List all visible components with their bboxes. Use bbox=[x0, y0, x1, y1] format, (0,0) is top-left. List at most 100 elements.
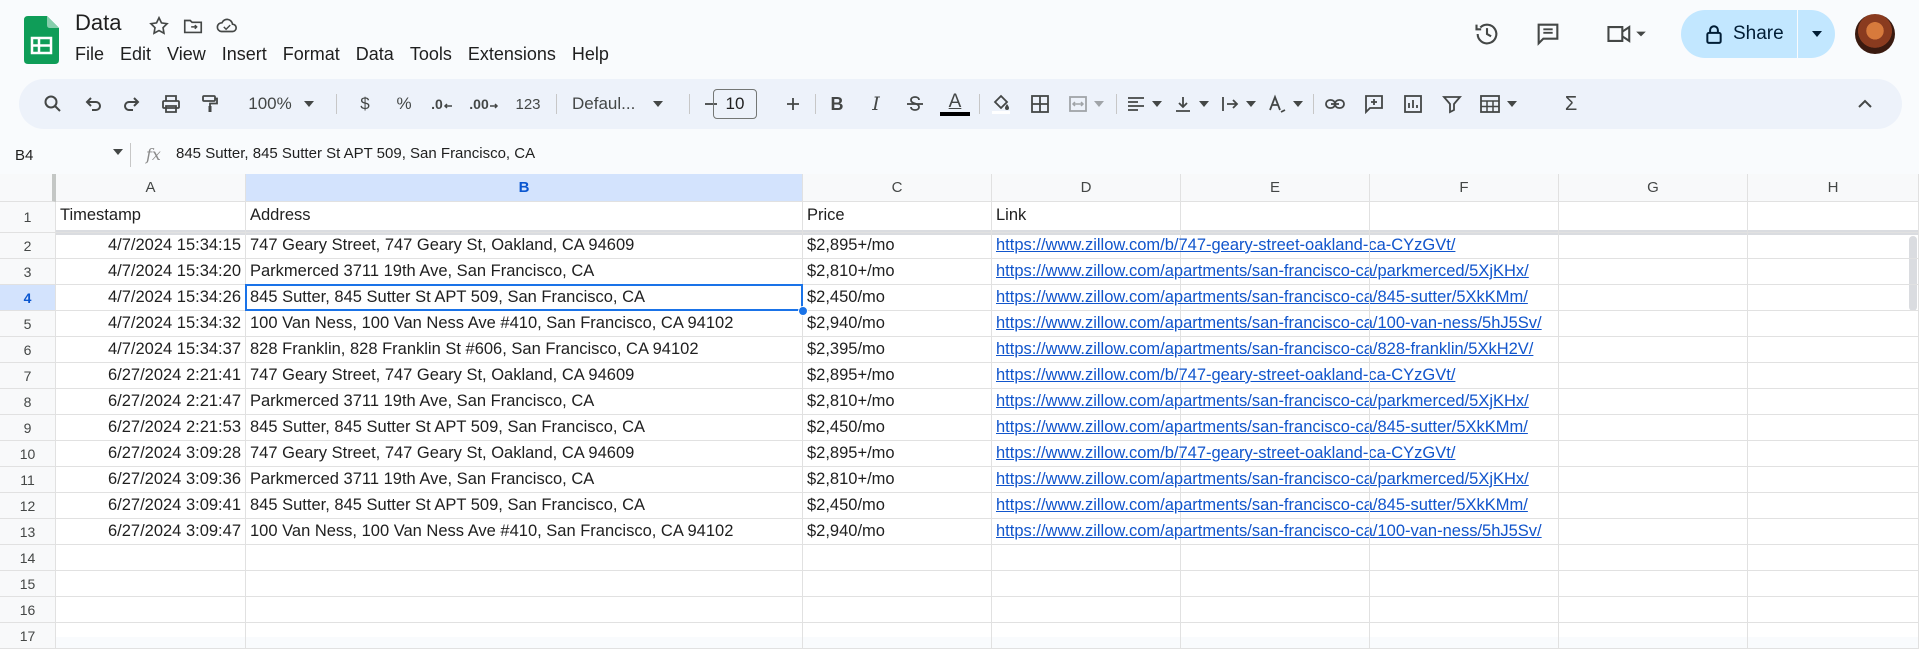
row-header-14[interactable]: 14 bbox=[0, 545, 56, 571]
cell[interactable] bbox=[1559, 623, 1748, 649]
cell[interactable] bbox=[1181, 337, 1370, 363]
cell[interactable] bbox=[1181, 597, 1370, 623]
menu-edit[interactable]: Edit bbox=[112, 41, 159, 68]
cell[interactable] bbox=[1748, 285, 1919, 311]
row-header-2[interactable]: 2 bbox=[0, 233, 56, 259]
cell[interactable] bbox=[1181, 571, 1370, 597]
cell[interactable] bbox=[1181, 467, 1370, 493]
link-cell[interactable]: https://www.zillow.com/apartments/san-fr… bbox=[992, 467, 1529, 493]
sheets-logo-icon[interactable] bbox=[24, 16, 59, 64]
cell[interactable] bbox=[803, 597, 992, 623]
timestamp-cell[interactable]: 4/7/2024 15:34:20 bbox=[56, 259, 246, 285]
cell[interactable] bbox=[1181, 363, 1370, 389]
cell[interactable] bbox=[1559, 415, 1748, 441]
price-cell[interactable]: $2,895+/mo bbox=[803, 233, 992, 259]
link-cell[interactable]: https://www.zillow.com/b/747-geary-stree… bbox=[992, 441, 1455, 467]
address-cell[interactable]: 747 Geary Street, 747 Geary St, Oakland,… bbox=[246, 233, 803, 259]
increase-decimal-button[interactable]: .00 bbox=[465, 88, 503, 120]
name-box[interactable]: B4 bbox=[15, 145, 123, 165]
cell[interactable] bbox=[1370, 389, 1559, 415]
timestamp-cell[interactable]: 6/27/2024 2:21:53 bbox=[56, 415, 246, 441]
cell[interactable] bbox=[1181, 285, 1370, 311]
timestamp-cell[interactable]: 6/27/2024 3:09:41 bbox=[56, 493, 246, 519]
select-all-corner[interactable] bbox=[0, 174, 56, 202]
cell[interactable] bbox=[1181, 259, 1370, 285]
column-header-d[interactable]: D bbox=[992, 174, 1181, 202]
search-menus-icon[interactable] bbox=[37, 88, 69, 120]
cell[interactable] bbox=[1748, 202, 1919, 233]
cell[interactable] bbox=[1559, 337, 1748, 363]
cell[interactable] bbox=[1559, 545, 1748, 571]
cell[interactable] bbox=[56, 597, 246, 623]
cell[interactable] bbox=[56, 623, 246, 649]
cell[interactable] bbox=[1559, 493, 1748, 519]
address-cell[interactable]: 828 Franklin, 828 Franklin St #606, San … bbox=[246, 337, 803, 363]
timestamp-cell[interactable]: 6/27/2024 3:09:47 bbox=[56, 519, 246, 545]
cell[interactable] bbox=[1181, 415, 1370, 441]
comments-icon[interactable] bbox=[1528, 14, 1568, 54]
row-header-12[interactable]: 12 bbox=[0, 493, 56, 519]
row-header-13[interactable]: 13 bbox=[0, 519, 56, 545]
strikethrough-icon[interactable] bbox=[899, 88, 931, 120]
cell[interactable] bbox=[246, 597, 803, 623]
share-dropdown-button[interactable] bbox=[1798, 30, 1835, 38]
cell[interactable] bbox=[1748, 623, 1919, 649]
column-header-c[interactable]: C bbox=[803, 174, 992, 202]
cell[interactable] bbox=[803, 571, 992, 597]
cell[interactable] bbox=[56, 545, 246, 571]
price-cell[interactable]: $2,450/mo bbox=[803, 493, 992, 519]
cell[interactable] bbox=[1748, 311, 1919, 337]
price-cell[interactable]: $2,940/mo bbox=[803, 519, 992, 545]
column-header-b[interactable]: B bbox=[246, 174, 803, 202]
cell[interactable] bbox=[1370, 467, 1559, 493]
cell[interactable] bbox=[1748, 389, 1919, 415]
row-header-17[interactable]: 17 bbox=[0, 623, 56, 649]
cell[interactable] bbox=[1370, 493, 1559, 519]
cell[interactable] bbox=[246, 623, 803, 649]
link-cell[interactable]: https://www.zillow.com/apartments/san-fr… bbox=[992, 259, 1529, 285]
row-header-9[interactable]: 9 bbox=[0, 415, 56, 441]
cell[interactable] bbox=[1748, 493, 1919, 519]
address-cell[interactable]: 845 Sutter, 845 Sutter St APT 509, San F… bbox=[246, 285, 803, 311]
cell[interactable] bbox=[1181, 623, 1370, 649]
row-header-5[interactable]: 5 bbox=[0, 311, 56, 337]
cell[interactable] bbox=[1370, 597, 1559, 623]
functions-button[interactable]: Σ bbox=[1555, 88, 1587, 120]
cell[interactable] bbox=[1370, 623, 1559, 649]
star-icon[interactable] bbox=[146, 13, 172, 39]
cell[interactable] bbox=[1181, 389, 1370, 415]
cell[interactable] bbox=[1559, 597, 1748, 623]
collapse-toolbar-icon[interactable] bbox=[1849, 88, 1881, 120]
cell[interactable] bbox=[1181, 545, 1370, 571]
price-cell[interactable]: $2,450/mo bbox=[803, 285, 992, 311]
insert-link-icon[interactable] bbox=[1319, 88, 1351, 120]
cell[interactable] bbox=[1748, 597, 1919, 623]
cell[interactable] bbox=[1370, 233, 1559, 259]
cell[interactable] bbox=[1370, 285, 1559, 311]
cell[interactable] bbox=[1748, 467, 1919, 493]
cell[interactable] bbox=[1559, 389, 1748, 415]
paint-format-icon[interactable] bbox=[194, 88, 226, 120]
price-cell[interactable]: $2,810+/mo bbox=[803, 259, 992, 285]
price-cell[interactable]: $2,810+/mo bbox=[803, 389, 992, 415]
cell[interactable] bbox=[1559, 202, 1748, 233]
cell[interactable] bbox=[1748, 545, 1919, 571]
redo-icon[interactable] bbox=[116, 88, 148, 120]
address-cell[interactable]: 100 Van Ness, 100 Van Ness Ave #410, San… bbox=[246, 519, 803, 545]
link-cell[interactable]: https://www.zillow.com/b/747-geary-stree… bbox=[992, 233, 1455, 259]
fill-handle[interactable] bbox=[798, 306, 808, 316]
print-icon[interactable] bbox=[155, 88, 187, 120]
cell[interactable] bbox=[1748, 415, 1919, 441]
format-percent-button[interactable]: % bbox=[388, 88, 420, 120]
cell[interactable] bbox=[1370, 441, 1559, 467]
price-cell[interactable]: $2,810+/mo bbox=[803, 467, 992, 493]
address-cell[interactable]: 747 Geary Street, 747 Geary St, Oakland,… bbox=[246, 441, 803, 467]
cell[interactable] bbox=[1748, 441, 1919, 467]
column-header-g[interactable]: G bbox=[1559, 174, 1748, 202]
cell[interactable] bbox=[1559, 259, 1748, 285]
link-cell[interactable]: https://www.zillow.com/apartments/san-fr… bbox=[992, 285, 1528, 311]
cell[interactable] bbox=[1370, 519, 1559, 545]
cell[interactable] bbox=[1370, 571, 1559, 597]
row-header-7[interactable]: 7 bbox=[0, 363, 56, 389]
text-rotation-button[interactable] bbox=[1263, 88, 1307, 120]
